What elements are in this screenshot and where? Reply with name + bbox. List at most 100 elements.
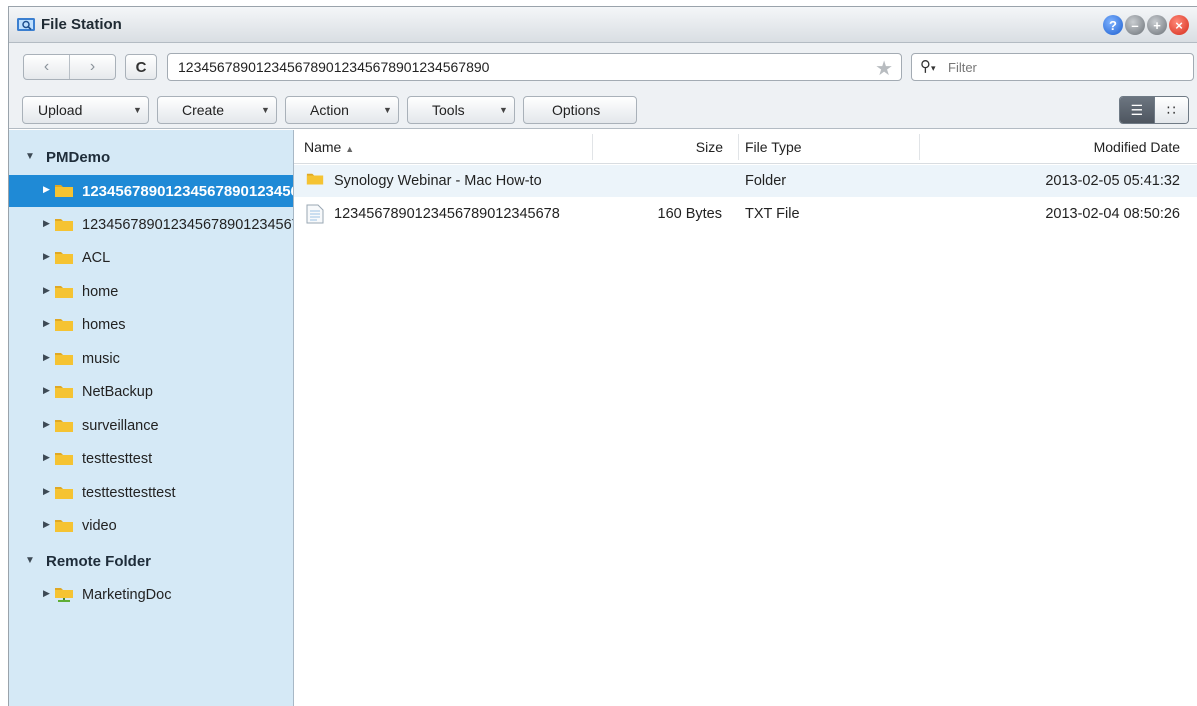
history-buttons: ‹ ›	[23, 54, 116, 80]
expand-arrow-icon[interactable]: ▶	[43, 251, 50, 262]
expand-arrow-icon[interactable]: ▶	[43, 519, 50, 530]
sidebar-folder-item[interactable]: ▶ music	[9, 343, 293, 375]
column-name[interactable]: Name ▲	[294, 130, 592, 164]
sidebar-folder-label: 12345678901234567890123456789	[82, 216, 294, 233]
column-file-type[interactable]: File Type	[739, 130, 919, 164]
expand-arrow-icon[interactable]: ▶	[43, 285, 50, 296]
expand-arrow-icon[interactable]: ▶	[43, 419, 50, 430]
create-button[interactable]: Create ▼	[157, 96, 277, 124]
cell-file-type: TXT File	[745, 206, 800, 222]
tree-section-header[interactable]: ▼ PMDemo	[9, 142, 293, 174]
sidebar-folder-label: testtesttest	[82, 451, 153, 467]
action-button[interactable]: Action ▼	[285, 96, 399, 124]
bookmark-star-icon[interactable]: ★	[875, 56, 893, 81]
sidebar-folder-item[interactable]: ▶ surveillance	[9, 410, 293, 442]
list-view-icon: ☰	[1130, 101, 1144, 118]
chevron-right-icon: ›	[89, 58, 96, 75]
column-size[interactable]: Size	[593, 130, 738, 164]
caret-down-icon[interactable]: ▼	[25, 151, 35, 162]
folder-icon	[54, 350, 74, 366]
upload-button[interactable]: Upload ▼	[22, 96, 149, 124]
folder-icon	[54, 249, 74, 265]
sidebar-folder-label: video	[82, 518, 117, 534]
create-label: Create	[182, 102, 225, 118]
sidebar-folder-item[interactable]: ▶ 12345678901234567890123456789	[9, 209, 293, 241]
forward-button[interactable]: ›	[69, 55, 115, 79]
expand-arrow-icon[interactable]: ▶	[43, 318, 50, 329]
sidebar-folder-label: NetBackup	[82, 384, 153, 400]
sidebar-folder-item[interactable]: ▶ testtesttesttest	[9, 477, 293, 509]
sidebar-folder-item[interactable]: ▶ ACL	[9, 242, 293, 274]
cell-name: 1234567890123456789012345678	[334, 206, 560, 222]
upload-label: Upload	[38, 102, 83, 118]
column-size-label: Size	[695, 139, 723, 155]
sidebar-folder-item[interactable]: ▶ NetBackup	[9, 376, 293, 408]
folder-icon	[54, 283, 74, 299]
file-station-app-icon	[17, 18, 35, 31]
expand-arrow-icon[interactable]: ▶	[43, 352, 50, 363]
cell-file-type: Folder	[745, 173, 787, 189]
sidebar-folder-label: homes	[82, 317, 126, 333]
navigation-bar: ‹ › C 1234567890123456789012345678901234…	[9, 43, 1197, 87]
expand-arrow-icon[interactable]: ▶	[43, 486, 50, 497]
section-title: PMDemo	[46, 149, 111, 166]
chevron-left-icon: ‹	[43, 58, 50, 75]
folder-icon	[54, 383, 74, 399]
window-title: File Station	[41, 16, 122, 33]
filter-input[interactable]: ⚲▾ Filter	[911, 53, 1194, 81]
expand-arrow-icon[interactable]: ▶	[43, 452, 50, 463]
expand-arrow-icon[interactable]: ▶	[43, 184, 50, 195]
sidebar-folder-item[interactable]: ▶ home	[9, 276, 293, 308]
sidebar-folder-item[interactable]: ▶ 12345678901234567890123456789	[9, 175, 293, 207]
sidebar-folder-label: 12345678901234567890123456789	[82, 183, 293, 200]
minimize-icon[interactable]: –	[1125, 15, 1145, 35]
caret-down-icon[interactable]: ▼	[25, 555, 35, 566]
maximize-icon[interactable]: +	[1147, 15, 1167, 35]
caret-down-icon: ▼	[133, 105, 142, 115]
text-file-icon	[306, 204, 324, 224]
expand-arrow-icon[interactable]: ▶	[43, 385, 50, 396]
title-bar[interactable]: File Station ? – + ×	[9, 7, 1197, 43]
refresh-icon: C	[135, 58, 147, 76]
folder-icon	[306, 171, 324, 191]
path-text: 1234567890123456789012345678901234567890	[178, 59, 490, 75]
column-modified-date[interactable]: Modified Date	[920, 130, 1197, 164]
thumbnail-view-button[interactable]: ∷	[1153, 97, 1188, 123]
folder-icon	[54, 182, 74, 198]
close-icon[interactable]: ×	[1169, 15, 1189, 35]
sidebar-folder-item[interactable]: ▶ MarketingDoc	[9, 579, 293, 611]
file-list: Name ▲ Size File Type Modified Date Syno…	[294, 130, 1197, 706]
caret-down-icon: ▼	[383, 105, 392, 115]
sort-ascending-icon: ▲	[345, 144, 355, 154]
table-row[interactable]: 1234567890123456789012345678 160 Bytes TXT…	[294, 198, 1197, 230]
toolbar: Upload ▼ Create ▼ Action ▼ Tools ▼ Optio…	[9, 87, 1197, 129]
folder-icon	[54, 517, 74, 533]
cell-modified-date: 2013-02-04 08:50:26	[1045, 206, 1180, 222]
list-view-button[interactable]: ☰	[1120, 97, 1154, 123]
options-label: Options	[552, 102, 601, 118]
caret-down-icon: ▼	[261, 105, 270, 115]
table-row[interactable]: Synology Webinar - Mac How-to Folder 2013-…	[294, 165, 1197, 197]
column-modified-date-label: Modified Date	[1093, 139, 1180, 155]
sidebar-folder-item[interactable]: ▶ testtesttest	[9, 443, 293, 475]
remote-folder-icon	[54, 586, 74, 602]
sidebar-folder-label: testtesttesttest	[82, 484, 176, 501]
tools-label: Tools	[432, 102, 465, 118]
path-input[interactable]: 1234567890123456789012345678901234567890…	[167, 53, 902, 81]
caret-down-icon: ▼	[499, 105, 508, 115]
options-button[interactable]: Options	[523, 96, 637, 124]
expand-arrow-icon[interactable]: ▶	[43, 218, 50, 229]
refresh-button[interactable]: C	[125, 54, 157, 80]
help-icon[interactable]: ?	[1103, 15, 1123, 35]
folder-icon	[54, 316, 74, 332]
expand-arrow-icon[interactable]: ▶	[43, 588, 50, 599]
tools-button[interactable]: Tools ▼	[407, 96, 515, 124]
sidebar-folder-item[interactable]: ▶ homes	[9, 309, 293, 341]
back-button[interactable]: ‹	[24, 55, 69, 79]
sidebar-folder-item[interactable]: ▶ video	[9, 510, 293, 542]
tree-section-header[interactable]: ▼ Remote Folder	[9, 546, 293, 578]
search-icon[interactable]: ⚲▾	[920, 57, 936, 75]
cell-size: 160 Bytes	[657, 206, 723, 222]
folder-icon	[54, 450, 74, 466]
grid-view-icon: ∷	[1166, 101, 1176, 118]
